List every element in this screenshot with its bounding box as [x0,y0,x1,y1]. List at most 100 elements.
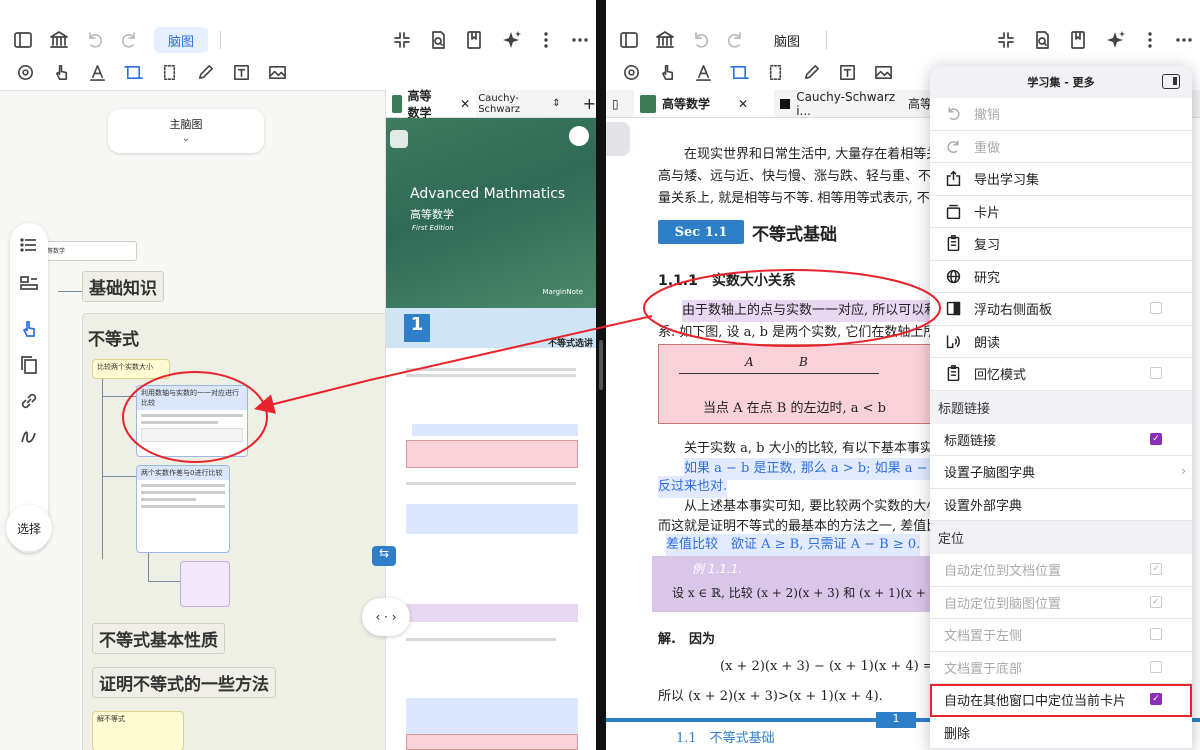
highlighted-text[interactable]: 差值比较 欲证 A ≥ B, 只需证 A − B ≥ 0. [666,534,921,556]
textbox-icon[interactable] [228,59,254,85]
outline-list-icon[interactable] [19,235,39,255]
close-icon[interactable]: ✕ [460,97,470,111]
select-button[interactable]: 选择 [6,505,52,551]
card-solve-inequality[interactable]: 解不等式 [92,711,184,750]
swap-panels-icon[interactable]: ⇆ [372,546,396,566]
lasso-icon[interactable] [156,59,182,85]
textbox-icon[interactable] [834,59,860,85]
outline-panel-icon[interactable]: ▯ [612,97,634,111]
menu-item-title-link[interactable]: 标题链接 ✓ [930,423,1192,456]
doc-left-checkbox[interactable] [1150,628,1162,640]
highlighted-text[interactable]: 反过来也对. [658,476,728,498]
menu-item-doc-left[interactable]: 文档置于左侧 [930,619,1192,652]
auto-locate-doc-checkbox[interactable]: ✓ [1150,563,1162,575]
card-difference-compare[interactable]: 两个实数作差与0进行比较 [136,465,230,553]
node-inequality[interactable]: 不等式 [82,323,145,352]
menu-item-cards[interactable]: 卡片 [930,195,1192,228]
menu-item-sub-mindmap-dict[interactable]: 设置子脑图字典 › [930,456,1192,489]
undo-icon[interactable] [82,27,108,53]
pen-icon[interactable] [798,59,824,85]
menu-item-redo[interactable]: 重做 [930,130,1192,163]
dock-panel-icon[interactable] [1162,74,1180,89]
collapse-icon[interactable] [993,27,1019,53]
tab-mindmap[interactable]: 脑图 [760,27,814,53]
menu-item-export[interactable]: 导出学习集 [930,163,1192,196]
menu-item-read-aloud[interactable]: 朗读 [930,325,1192,358]
example-box[interactable]: 例 1.1.1. 设 x ∈ ℝ, 比较 (x + 2)(x + 3) 和 (x… [652,556,958,612]
menu-item-research[interactable]: 研究 [930,260,1192,293]
sparkle-icon[interactable] [1103,27,1129,53]
resize-handle-icon[interactable]: ‹ · › [362,598,410,636]
left-document-viewer[interactable]: 高等数学 ✕ Cauchy-Schwarz ⇕ + Advanced Mathm… [385,89,596,750]
more-vertical-icon[interactable] [533,27,559,53]
more-menu-popover[interactable]: 学习集 - 更多 撤销 重做 导出学习集 卡片 复习 研究 浮动右侧面板 朗读 … [930,66,1192,750]
menu-item-recall-mode[interactable]: 回忆模式 [930,358,1192,391]
redo-icon[interactable] [116,27,142,53]
menu-item-undo[interactable]: 撤销 [930,98,1192,131]
highlighted-text[interactable]: 由于数轴上的点与实数一一对应, 所以可以利用 [682,300,951,322]
card-example[interactable] [180,561,230,607]
add-tab-icon[interactable]: + [583,94,596,113]
card-compare-sizes[interactable]: 比较两个实数大小 [92,359,170,379]
sparkle-icon[interactable] [499,27,525,53]
library-icon[interactable] [652,27,678,53]
menu-item-delete[interactable]: 删除 [930,716,1192,749]
redo-icon[interactable] [722,27,748,53]
frame-select-icon[interactable] [120,59,146,85]
text-highlight-icon[interactable] [690,59,716,85]
scribble-icon[interactable] [19,427,39,447]
hand-pointer-icon[interactable] [654,59,680,85]
mindmap-root-node[interactable]: 等数学 [42,241,137,261]
frame-select-icon[interactable] [726,59,752,85]
split-view-divider[interactable] [596,0,606,750]
panel-toggle-icon[interactable] [569,126,589,146]
menu-item-review[interactable]: 复习 [930,228,1192,261]
library-icon[interactable] [46,27,72,53]
sidebar-toggle-icon[interactable] [10,27,36,53]
layout-icon[interactable] [19,273,39,293]
image-icon[interactable] [264,59,290,85]
doc-tab-cauchy[interactable]: Cauchy-Schwarz i... [774,90,902,118]
card-number-line-compare[interactable]: 利用数轴与实数的一一对应进行比较 [136,385,248,457]
sort-icon[interactable]: ⇕ [552,98,560,109]
auto-locate-mindmap-checkbox[interactable]: ✓ [1150,595,1162,608]
divider-handle[interactable] [599,340,603,390]
recall-mode-checkbox[interactable] [1150,367,1162,379]
undo-icon[interactable] [688,27,714,53]
bookmark-book-icon[interactable] [1065,27,1091,53]
hand-pointer-icon[interactable] [48,59,74,85]
lasso-icon[interactable] [762,59,788,85]
link-icon[interactable] [19,391,39,411]
mindmap-canvas[interactable]: 主脑图 ⌄ 等数学 基础知识 不等式 比较两个实数大小 利用数轴与实数的一一对应… [0,90,392,750]
menu-item-auto-locate-other-window[interactable]: 自动在其他窗口中定位当前卡片 ✓ [930,684,1192,717]
menu-item-external-dict[interactable]: 设置外部字典 [930,488,1192,521]
sidebar-toggle-icon[interactable] [616,27,642,53]
tab-mindmap[interactable]: 脑图 [154,27,209,53]
doc-tab-advanced-math[interactable]: 高等数学 ✕ [634,90,774,117]
auto-locate-other-window-checkbox[interactable]: ✓ [1150,693,1162,705]
menu-item-auto-locate-doc[interactable]: 自动定位到文档位置 ✓ [930,554,1192,587]
copy-cards-icon[interactable] [19,355,39,375]
bookmark-book-icon[interactable] [461,27,487,53]
search-doc-icon[interactable] [1029,27,1055,53]
more-horizontal-icon[interactable] [567,27,593,53]
more-vertical-icon[interactable] [1137,27,1163,53]
title-link-checkbox[interactable]: ✓ [1150,432,1162,445]
image-icon[interactable] [870,59,896,85]
sync-icon[interactable] [618,59,644,85]
node-basics[interactable]: 基础知识 [82,271,164,302]
menu-item-float-panel[interactable]: 浮动右侧面板 [930,293,1192,326]
layers-icon[interactable] [390,130,408,148]
menu-item-auto-locate-mindmap[interactable]: 自动定位到脑图位置 ✓ [930,586,1192,619]
doc-tab-advanced-math[interactable]: 高等数学 ✕ [386,89,477,120]
doc-bottom-checkbox[interactable] [1150,660,1162,673]
menu-item-doc-bottom[interactable]: 文档置于底部 [930,651,1192,684]
text-highlight-icon[interactable] [84,59,110,85]
pen-icon[interactable] [192,59,218,85]
node-proof-methods[interactable]: 证明不等式的一些方法 [92,667,276,698]
close-icon[interactable]: ✕ [738,97,748,111]
float-panel-checkbox[interactable] [1150,302,1162,314]
layers-icon[interactable] [606,122,630,156]
mindmap-title-selector[interactable]: 主脑图 ⌄ [108,109,264,153]
search-doc-icon[interactable] [425,27,451,53]
